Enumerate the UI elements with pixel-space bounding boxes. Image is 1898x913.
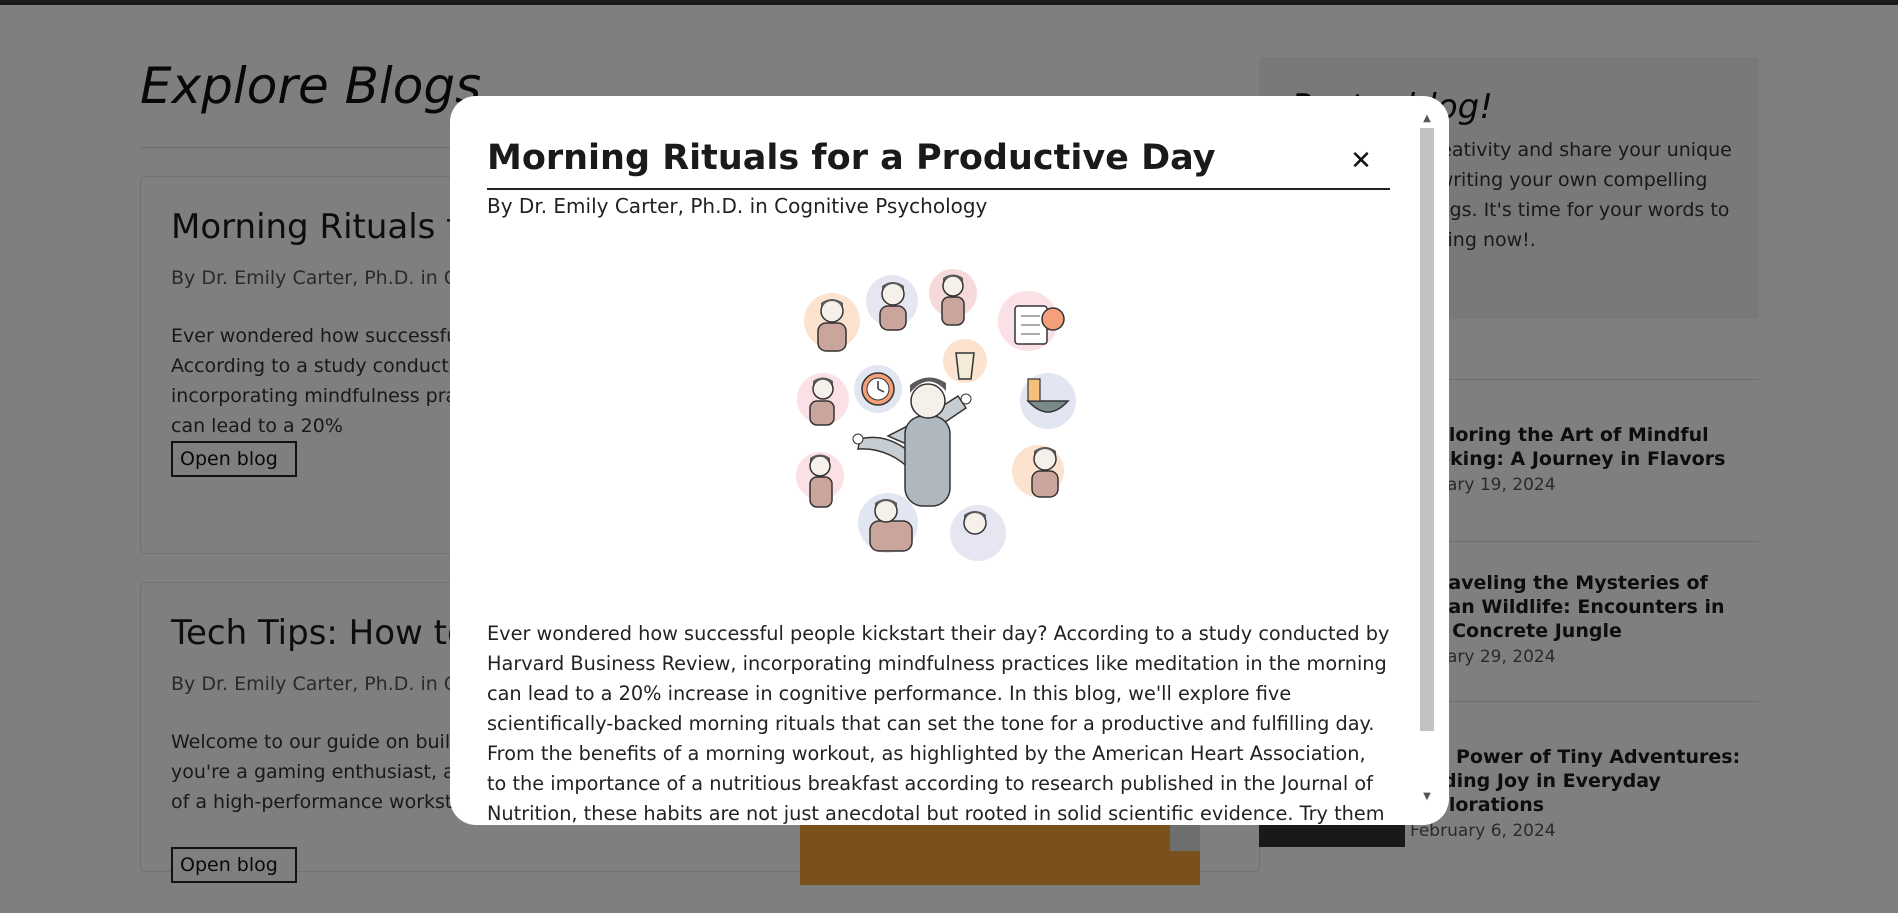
modal-scrollbar[interactable]: ▲ ▼ — [1416, 110, 1434, 810]
modal-title: Morning Rituals for a Productive Day — [487, 138, 1216, 178]
modal-title-divider — [487, 188, 1390, 190]
close-icon[interactable]: ✕ — [1346, 146, 1376, 176]
morning-routine-illustration — [796, 269, 1076, 561]
blog-modal: Morning Rituals for a Productive Day ✕ B… — [450, 96, 1449, 825]
modal-author: By Dr. Emily Carter, Ph.D. in Cognitive … — [487, 194, 988, 218]
modal-body-text: Ever wondered how successful people kick… — [487, 622, 1390, 825]
scroll-thumb[interactable] — [1420, 128, 1434, 731]
scroll-up-icon[interactable]: ▲ — [1420, 112, 1434, 126]
scroll-down-icon[interactable]: ▼ — [1420, 790, 1434, 804]
